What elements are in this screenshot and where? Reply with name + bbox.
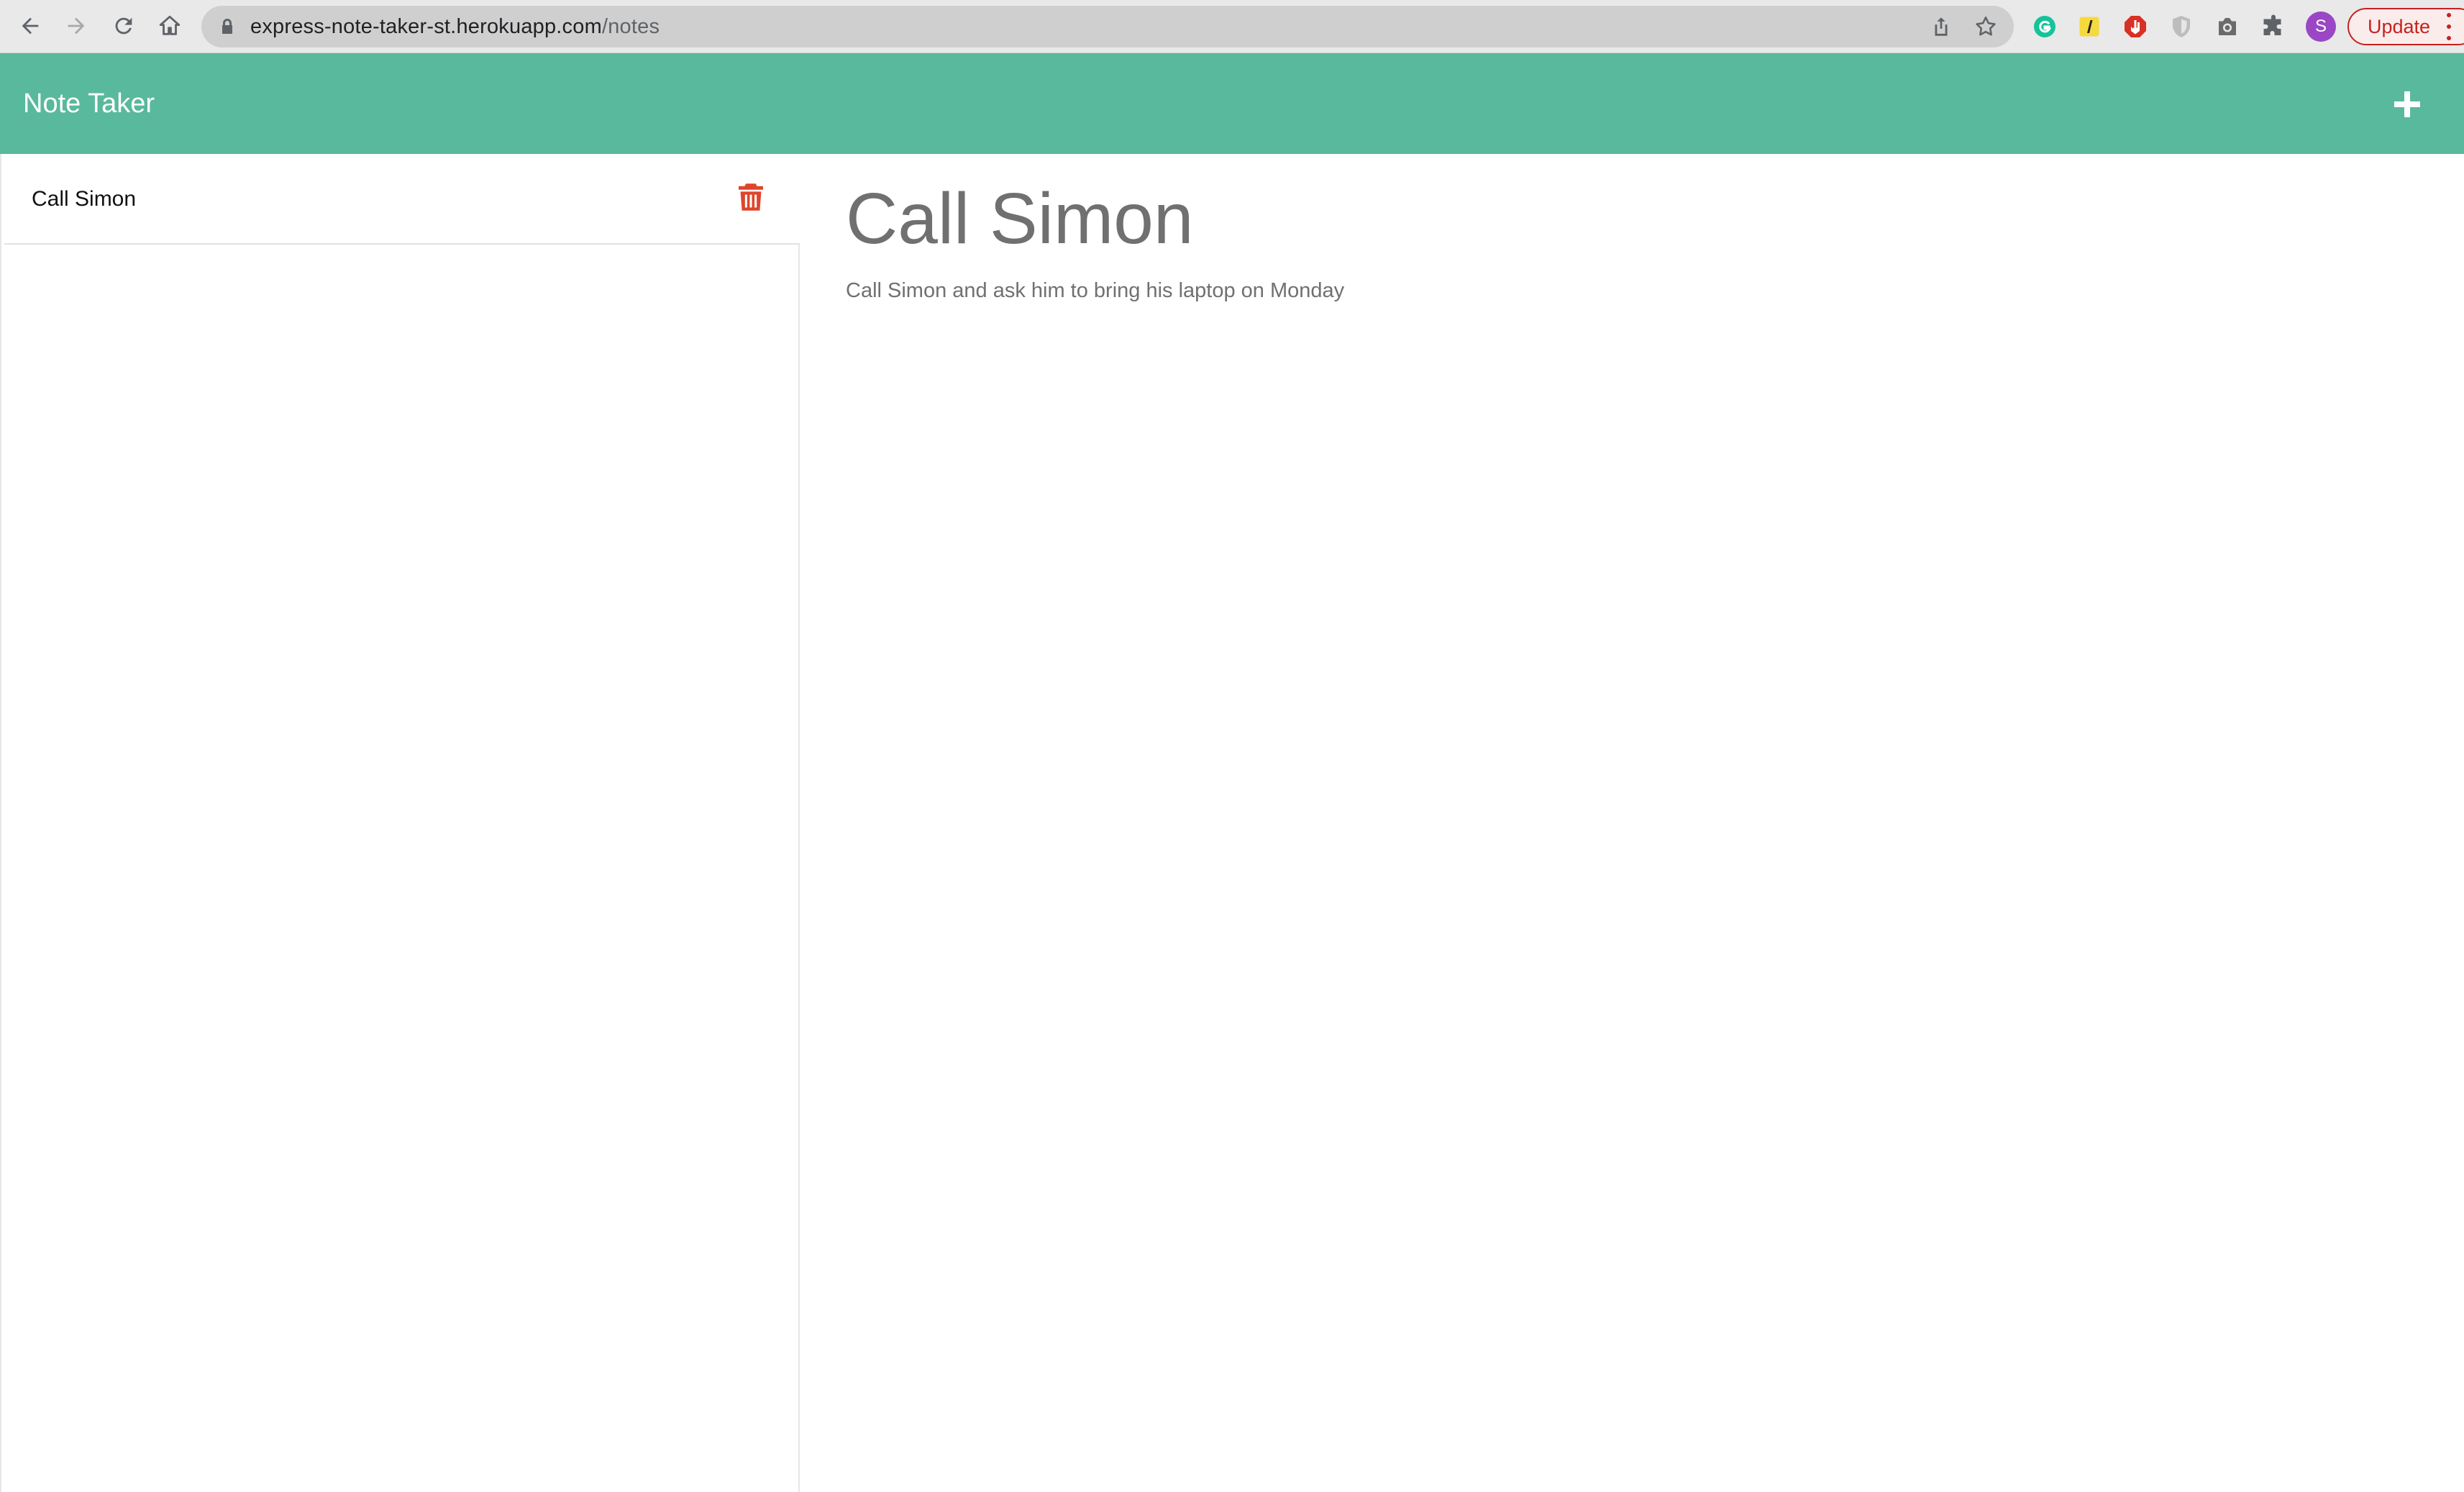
brand-title[interactable]: Note Taker	[23, 53, 155, 154]
extension-yellow-icon[interactable]	[2074, 12, 2104, 42]
home-button[interactable]	[151, 7, 188, 45]
notes-list: Call Simon	[0, 154, 800, 1492]
profile-avatar[interactable]: S	[2306, 12, 2336, 42]
url-path: /notes	[601, 15, 660, 38]
url-host: express-note-taker-st.herokuapp.com	[250, 15, 602, 38]
address-bar[interactable]: express-note-taker-st.herokuapp.com/note…	[201, 6, 2014, 47]
note-title-input[interactable]	[846, 170, 2428, 268]
note-text-area[interactable]: Call Simon and ask him to bring his lapt…	[846, 269, 2428, 355]
camera-icon[interactable]	[2212, 12, 2242, 42]
grammarly-icon[interactable]	[2030, 12, 2060, 42]
note-viewer: Call Simon and ask him to bring his lapt…	[801, 154, 2464, 1492]
home-icon	[159, 15, 181, 35]
lock-icon	[222, 19, 232, 34]
browser-toolbar: express-note-taker-st.herokuapp.com/note…	[0, 0, 2464, 53]
puzzle-icon[interactable]	[2258, 12, 2289, 42]
share-icon[interactable]	[1929, 14, 1953, 39]
url-text[interactable]: express-note-taker-st.herokuapp.com/note…	[250, 6, 660, 47]
star-icon[interactable]	[1974, 14, 1998, 39]
plus-icon	[2394, 91, 2420, 117]
reload-button[interactable]	[105, 7, 142, 45]
adblock-icon[interactable]	[2120, 12, 2150, 42]
reload-icon	[115, 17, 132, 35]
new-note-button[interactable]	[2385, 82, 2429, 127]
delete-note-button[interactable]	[736, 180, 765, 214]
browser-menu-icon[interactable]	[2445, 13, 2452, 40]
back-arrow-icon	[22, 17, 39, 35]
forward-arrow-icon	[68, 17, 85, 35]
forward-button[interactable]	[58, 7, 95, 45]
app-navbar: Note Taker	[0, 53, 2464, 154]
list-item[interactable]: Call Simon	[4, 154, 800, 245]
back-button[interactable]	[12, 7, 49, 45]
note-list-title: Call Simon	[32, 187, 137, 211]
trash-icon	[739, 183, 763, 211]
shield-icon[interactable]	[2166, 12, 2196, 42]
